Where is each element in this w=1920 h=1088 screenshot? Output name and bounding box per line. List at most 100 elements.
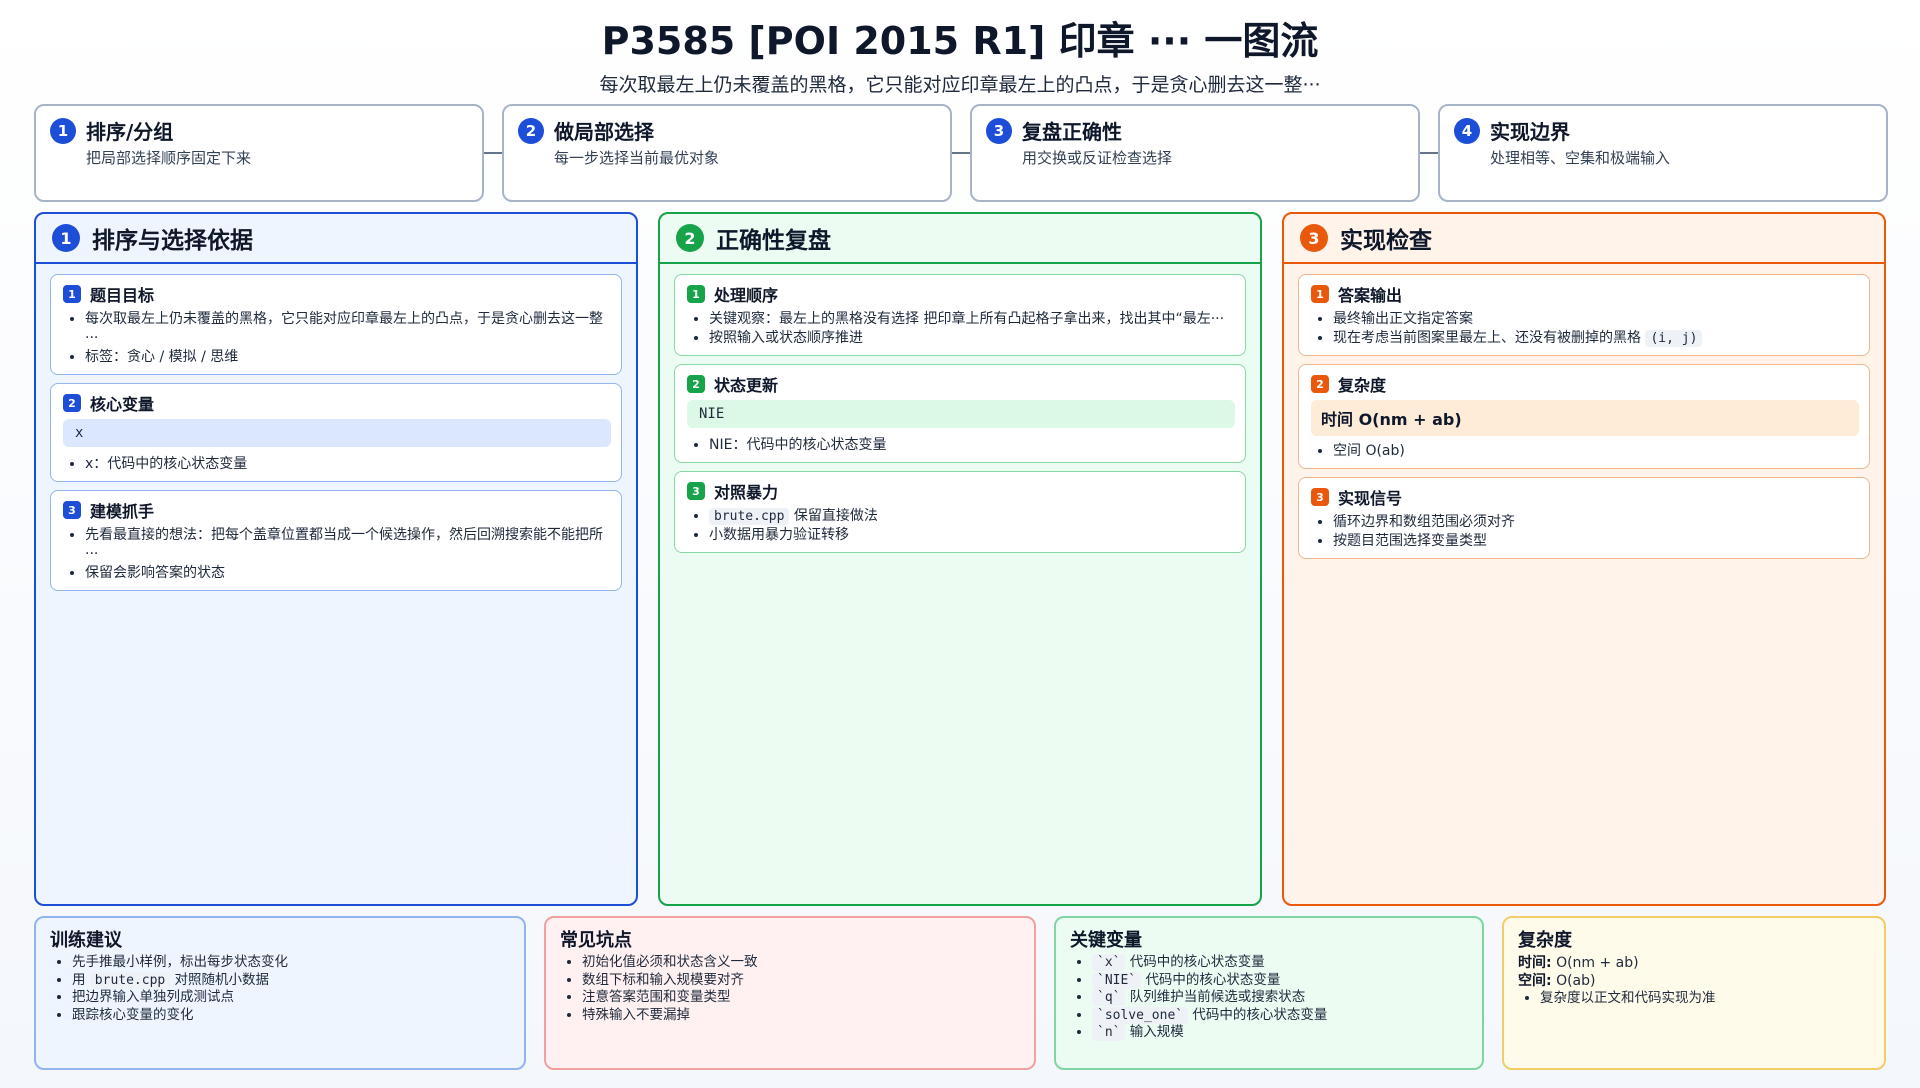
step-title: 排序/分组 [86,120,174,144]
list-item: 用 brute.cpp 对照随机小数据 [72,971,510,990]
step-desc: 处理相等、空集和极端输入 [1490,149,1671,167]
list-item-text: 对照随机小数据 [174,971,270,988]
card-number-badge: 1 [687,285,705,303]
list-item: 复杂度以正文和代码实现为准 [1540,990,1870,1008]
list-item: 现在考虑当前图案里最左上、还没有被删掉的黑格 (i, j) [1333,329,1859,348]
list-item: `NIE` 代码中的核心状态变量 [1092,971,1468,990]
card-problem-goal: 1 题目目标 每次取最左上仍未覆盖的黑格，它只能对应印章最左上的凸点，于是贪心删… [50,274,622,375]
inline-code: `x` [1092,954,1126,971]
list-item-text: 现在考虑当前图案里最左上、还没有被删掉的黑格 [1333,330,1641,346]
panel-title: 排序与选择依据 [92,228,253,254]
list-item: x：代码中的核心状态变量 [85,455,611,474]
panel-correctness-review: 2 正确性复盘 1 处理顺序 关键观察：最左上的黑格没有选择 把印章上所有凸起格… [658,212,1262,906]
list-item: `q` 队列维护当前候选或搜索状态 [1092,989,1468,1007]
list-item: 每次取最左上仍未覆盖的黑格，它只能对应印章最左上的凸点，于是贪心删去这一整··· [85,310,611,348]
panel-number-badge: 1 [52,224,80,252]
card-core-variables: 2 核心变量 x x：代码中的核心状态变量 [50,383,622,482]
key-variables-box: 关键变量 `x` 代码中的核心状态变量 `NIE` 代码中的核心状态变量 `q`… [1054,916,1484,1070]
header: P3585 [POI 2015 R1] 印章 ··· 一图流 每次取最左上仍未覆… [0,16,1920,98]
step-number-badge: 2 [518,117,544,144]
page-subtitle: 每次取最左上仍未覆盖的黑格，它只能对应印章最左上的凸点，于是贪心删去这一整··· [599,74,1321,96]
panel-title: 实现检查 [1340,228,1432,254]
step-connector [1420,152,1438,154]
inline-code: `q` [1092,989,1126,1006]
card-answer-output: 1 答案输出 最终输出正文指定答案 现在考虑当前图案里最左上、还没有被删掉的黑格… [1298,274,1870,356]
list-item: 小数据用暴力验证转移 [709,526,1235,545]
training-suggestions-box: 训练建议 先手推最小样例，标出每步状态变化 用 brute.cpp 对照随机小数… [34,916,526,1070]
list-item: 初始化值必须和状态含义一致 [582,954,1020,972]
space-label: 空间: [1518,973,1552,989]
card-number-badge: 2 [687,375,705,393]
list-item-text: 代码中的核心状态变量 [1192,1006,1328,1023]
inline-code: brute.cpp [89,971,171,989]
step-title: 实现边界 [1490,120,1570,144]
space-value: O(ab) [1556,973,1596,989]
step-3: 3 复盘正确性 用交换或反证检查选择 [970,104,1420,202]
card-title: 答案输出 [1338,286,1403,305]
list-item: `x` 代码中的核心状态变量 [1092,954,1468,972]
card-title: 建模抓手 [90,502,155,521]
card-processing-order: 1 处理顺序 关键观察：最左上的黑格没有选择 把印章上所有凸起格子拿出来，找出其… [674,274,1246,356]
panel-implementation-check: 3 实现检查 1 答案输出 最终输出正文指定答案 现在考虑当前图案里最左上、还没… [1282,212,1886,906]
card-number-badge: 2 [1311,375,1329,393]
card-title: 题目目标 [90,286,155,305]
list-item: 关键观察：最左上的黑格没有选择 把印章上所有凸起格子拿出来，找出其中“最左··· [709,310,1235,329]
step-desc: 每一步选择当前最优对象 [554,149,720,167]
common-pitfalls-box: 常见坑点 初始化值必须和状态含义一致 数组下标和输入规模要对齐 注意答案范围和变… [544,916,1036,1070]
card-title: 处理顺序 [714,286,779,305]
list-item: `solve_one` 代码中的核心状态变量 [1092,1006,1468,1025]
step-number-badge: 3 [986,117,1012,144]
card-complexity: 2 复杂度 时间 O(nm + ab) 空间 O(ab) [1298,364,1870,469]
list-item: 特殊输入不要漏掉 [582,1007,1020,1025]
steps-row: 1 排序/分组 把局部选择顺序固定下来 2 做局部选择 每一步选择当前最优对象 … [34,104,1888,202]
complexity-box: 复杂度 时间: O(nm + ab) 空间: O(ab) 复杂度以正文和代码实现… [1502,916,1886,1070]
list-item-text: 保留直接做法 [793,508,878,524]
panel-number-badge: 3 [1300,224,1328,252]
box-title: 训练建议 [50,930,122,951]
list-item: 先手推最小样例，标出每步状态变化 [72,954,510,972]
panel-title: 正确性复盘 [716,228,831,254]
list-item: 按照输入或状态顺序推进 [709,329,1235,348]
list-item: 保留会影响答案的状态 [85,564,611,583]
code-box: NIE [687,400,1235,428]
inline-code: `solve_one` [1092,1006,1189,1024]
list-item: 把边界输入单独列成测试点 [72,989,510,1007]
list-item: 标签：贪心 / 模拟 / 思维 [85,348,611,367]
step-desc: 用交换或反证检查选择 [1022,149,1173,167]
step-connector [952,152,970,154]
step-4: 4 实现边界 处理相等、空集和极端输入 [1438,104,1888,202]
list-item-text: 代码中的核心状态变量 [1145,971,1281,988]
list-item-text: 队列维护当前候选或搜索状态 [1129,989,1306,1005]
list-item: 先看最直接的想法：把每个盖章位置都当成一个候选操作，然后回溯搜索能不能把所··· [85,526,611,564]
inline-code: (i, j) [1645,330,1703,347]
card-number-badge: 3 [63,501,81,519]
inline-code: `NIE` [1092,971,1142,989]
space-complexity-row: 空间: O(ab) [1518,972,1870,990]
card-title: 状态更新 [714,376,779,395]
time-complexity-row: 时间: O(nm + ab) [1518,954,1870,972]
list-item: 跟踪核心变量的变化 [72,1007,510,1025]
list-item: 循环边界和数组范围必须对齐 [1333,513,1859,532]
step-title: 做局部选择 [554,120,654,144]
time-label: 时间: [1518,955,1552,971]
list-item: 空间 O(ab) [1333,442,1859,461]
inline-code: brute.cpp [709,508,790,525]
box-title: 常见坑点 [560,930,632,951]
card-number-badge: 3 [1311,488,1329,506]
card-title: 对照暴力 [714,483,779,502]
list-item-text: 代码中的核心状态变量 [1129,954,1265,970]
list-item: `n` 输入规模 [1092,1024,1468,1042]
card-implementation-signals: 3 实现信号 循环边界和数组范围必须对齐 按题目范围选择变量类型 [1298,477,1870,559]
page-title: P3585 [POI 2015 R1] 印章 ··· 一图流 [601,19,1319,63]
step-title: 复盘正确性 [1022,120,1122,144]
step-1: 1 排序/分组 把局部选择顺序固定下来 [34,104,484,202]
panel-number-badge: 2 [676,224,704,252]
list-item: brute.cpp 保留直接做法 [709,507,1235,526]
card-title: 实现信号 [1338,489,1403,508]
card-number-badge: 3 [687,482,705,500]
panel-sorting-basis: 1 排序与选择依据 1 题目目标 每次取最左上仍未覆盖的黑格，它只能对应印章最左… [34,212,638,906]
step-connector [484,152,502,154]
card-number-badge: 2 [63,394,81,412]
card-modeling-handle: 3 建模抓手 先看最直接的想法：把每个盖章位置都当成一个候选操作，然后回溯搜索能… [50,490,622,591]
list-item-text: 输入规模 [1129,1024,1184,1040]
